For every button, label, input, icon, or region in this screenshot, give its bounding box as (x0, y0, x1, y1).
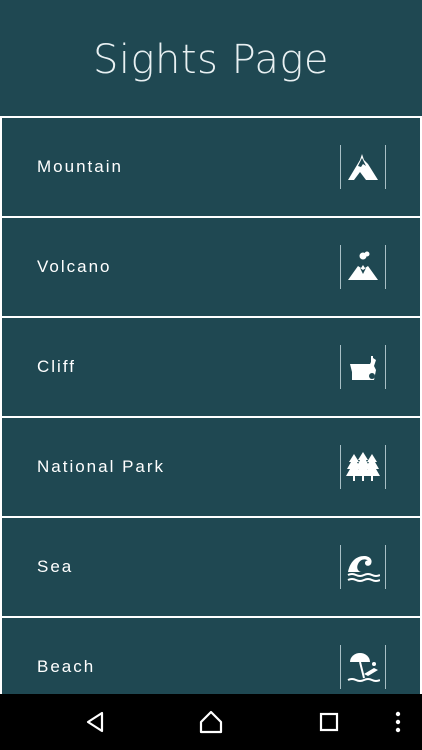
sight-item-sea[interactable]: Sea (2, 518, 420, 616)
sight-label: National Park (37, 457, 166, 476)
cliff-icon (340, 345, 386, 389)
mountain-icon (340, 145, 386, 189)
sight-item-national-park[interactable]: National Park (2, 418, 420, 516)
national-park-icon (340, 445, 386, 489)
nav-recents-button[interactable] (306, 694, 352, 750)
sight-label: Beach (37, 657, 96, 676)
sight-item-mountain[interactable]: Mountain (2, 118, 420, 216)
back-icon (86, 711, 104, 733)
sight-item-cliff[interactable]: Cliff (2, 318, 420, 416)
beach-icon (340, 645, 386, 689)
nav-home-button[interactable] (188, 694, 234, 750)
page-title: Sights Page (92, 37, 330, 83)
header: Sights Page (0, 0, 422, 116)
nav-back-button[interactable] (72, 694, 118, 750)
sight-item-beach[interactable]: Beach (2, 618, 420, 694)
sight-label: Cliff (37, 357, 76, 376)
volcano-icon (340, 245, 386, 289)
sight-label: Volcano (37, 257, 112, 276)
home-icon (199, 710, 223, 734)
sight-label: Sea (37, 557, 74, 576)
menu-icon (395, 711, 401, 733)
sight-label: Mountain (37, 157, 123, 176)
recents-icon (319, 712, 339, 732)
sights-list[interactable]: Mountain Volcano Cliff National Park Sea… (0, 116, 422, 694)
nav-menu-button[interactable] (386, 694, 410, 750)
android-navbar (0, 694, 422, 750)
sights-screen: Sights Page Mountain Volcano Cliff Natio… (0, 0, 422, 750)
sight-item-volcano[interactable]: Volcano (2, 218, 420, 316)
sea-icon (340, 545, 386, 589)
